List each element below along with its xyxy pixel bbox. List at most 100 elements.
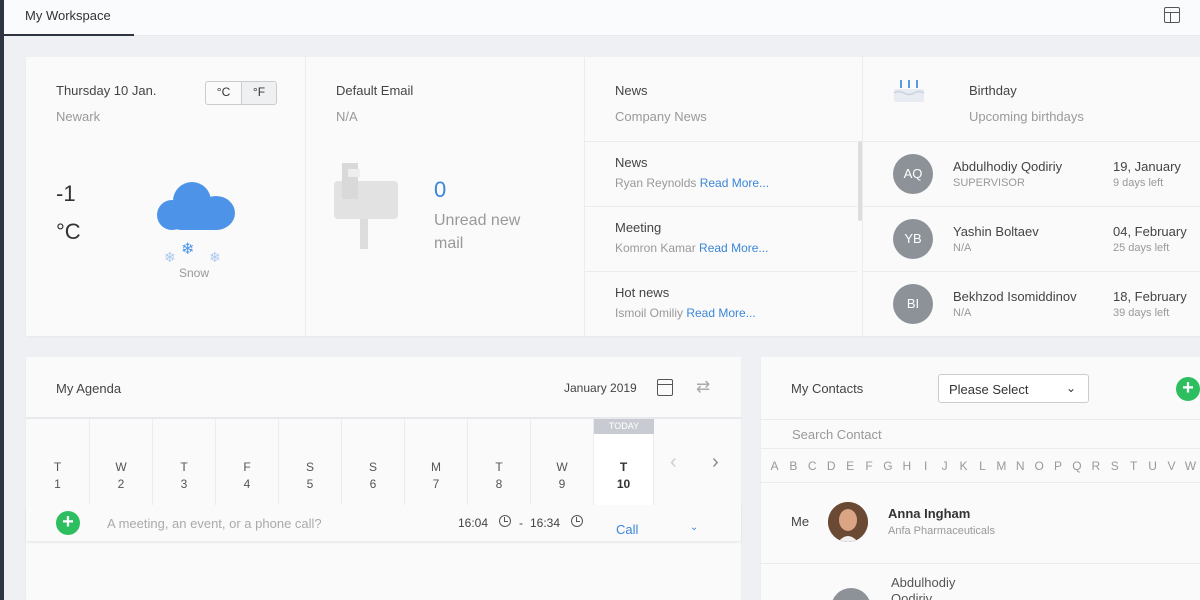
summary-panel: Thursday 10 Jan. Newark °C °F -1 °C ❄ ❄ … bbox=[26, 57, 1200, 336]
fahrenheit-button[interactable]: °F bbox=[241, 82, 276, 104]
alphabet-letter[interactable]: J bbox=[935, 449, 954, 482]
news-item-author: Ismoil Omiliy bbox=[615, 306, 683, 320]
chevron-right-icon[interactable]: › bbox=[712, 451, 719, 474]
alphabet-letter[interactable]: R bbox=[1086, 449, 1105, 482]
alphabet-letter[interactable]: P bbox=[1049, 449, 1068, 482]
chevron-left-icon[interactable]: ‹ bbox=[670, 451, 677, 474]
alphabet-letter[interactable]: A bbox=[765, 449, 784, 482]
alphabet-letter[interactable]: C bbox=[803, 449, 822, 482]
day-cell[interactable]: S5 bbox=[278, 419, 341, 505]
email-address: N/A bbox=[336, 109, 358, 124]
alphabet-letter[interactable]: T bbox=[1124, 449, 1143, 482]
weather-city: Newark bbox=[56, 109, 101, 124]
day-number: 4 bbox=[243, 477, 251, 491]
avatar: AQ bbox=[893, 154, 933, 194]
alphabet-letter[interactable]: E bbox=[841, 449, 860, 482]
alphabet-letter[interactable]: I bbox=[916, 449, 935, 482]
weather-condition: Snow bbox=[179, 266, 210, 280]
search-contact-input[interactable]: Search Contact bbox=[761, 419, 1200, 449]
alphabet-letter[interactable]: S bbox=[1105, 449, 1124, 482]
contact-name[interactable]: Abdulhodiy Qodiriy bbox=[891, 575, 981, 600]
news-scrollbar[interactable] bbox=[858, 141, 862, 221]
avatar: YB bbox=[893, 219, 933, 259]
weather-date: Thursday 10 Jan. bbox=[56, 83, 157, 98]
start-time[interactable]: 16:04 bbox=[458, 516, 488, 530]
alphabet-letter[interactable]: D bbox=[822, 449, 841, 482]
day-number: 7 bbox=[432, 477, 440, 491]
alphabet-filter: ABCDEFGHIJKLMNOPQRSTUVW bbox=[761, 449, 1200, 483]
alphabet-letter[interactable]: U bbox=[1143, 449, 1162, 482]
day-letter: W bbox=[556, 460, 568, 474]
unread-count[interactable]: 0 bbox=[434, 177, 446, 203]
day-number: 3 bbox=[180, 477, 188, 491]
read-more-link[interactable]: Read More... bbox=[686, 306, 755, 320]
event-type-select[interactable]: Call bbox=[616, 522, 638, 537]
alphabet-letter[interactable]: G bbox=[878, 449, 897, 482]
alphabet-letter[interactable]: F bbox=[860, 449, 879, 482]
birthday-row[interactable]: BI Bekhzod Isomiddinov N/A 18, February … bbox=[863, 271, 1200, 336]
birthday-row[interactable]: YB Yashin Boltaev N/A 04, February 25 da… bbox=[863, 206, 1200, 271]
day-cell[interactable]: T8 bbox=[467, 419, 530, 505]
alphabet-letter[interactable]: V bbox=[1162, 449, 1181, 482]
celsius-button[interactable]: °C bbox=[206, 82, 241, 104]
alphabet-letter[interactable]: M bbox=[992, 449, 1011, 482]
avatar[interactable] bbox=[828, 502, 868, 542]
day-cell[interactable]: T3 bbox=[152, 419, 215, 505]
day-cell[interactable]: W2 bbox=[89, 419, 152, 505]
day-cell[interactable]: S6 bbox=[341, 419, 404, 505]
birthday-role: N/A bbox=[953, 242, 972, 254]
read-more-link[interactable]: Read More... bbox=[700, 176, 769, 190]
alphabet-letter[interactable]: W bbox=[1181, 449, 1200, 482]
weather-temperature: -1 bbox=[56, 181, 76, 206]
clock-icon[interactable] bbox=[571, 515, 583, 527]
avatar[interactable] bbox=[831, 588, 871, 600]
agenda-title: My Agenda bbox=[56, 381, 122, 396]
day-letter: S bbox=[305, 460, 314, 474]
day-cell[interactable]: T1 bbox=[26, 419, 89, 505]
birthday-cake-icon bbox=[893, 80, 925, 102]
chevron-down-icon[interactable]: ⌄ bbox=[690, 522, 698, 533]
event-input[interactable]: A meeting, an event, or a phone call? bbox=[107, 516, 322, 531]
day-number: 9 bbox=[558, 477, 566, 491]
alphabet-letter[interactable]: B bbox=[784, 449, 803, 482]
alphabet-letter[interactable]: Q bbox=[1068, 449, 1087, 482]
day-number: 10 bbox=[616, 477, 631, 491]
clock-icon[interactable] bbox=[499, 515, 511, 527]
contact-divider bbox=[761, 563, 1200, 564]
contacts-filter-select[interactable]: Please Select ⌄ bbox=[938, 374, 1089, 403]
contact-name[interactable]: Anna Ingham bbox=[888, 506, 970, 521]
news-item[interactable]: Hot news Ismoil Omiliy Read More... bbox=[585, 271, 857, 336]
alphabet-letter[interactable]: H bbox=[897, 449, 916, 482]
day-cell[interactable]: W9 bbox=[530, 419, 593, 505]
day-cell[interactable]: F4 bbox=[215, 419, 278, 505]
birthday-date: 19, January bbox=[1113, 159, 1181, 174]
news-item-author: Ryan Reynolds bbox=[615, 176, 697, 190]
birthday-name: Yashin Boltaev bbox=[953, 224, 1039, 239]
birthday-days-left: 9 days left bbox=[1113, 177, 1164, 189]
alphabet-letter[interactable]: L bbox=[973, 449, 992, 482]
end-time[interactable]: 16:34 bbox=[530, 516, 560, 530]
contacts-title: My Contacts bbox=[791, 381, 864, 396]
alphabet-letter[interactable]: O bbox=[1030, 449, 1049, 482]
calendar-icon[interactable] bbox=[657, 379, 673, 396]
tab-my-workspace[interactable]: My Workspace bbox=[4, 0, 134, 36]
quick-add-row: + A meeting, an event, or a phone call? … bbox=[26, 505, 741, 541]
add-contact-button[interactable]: + bbox=[1176, 377, 1200, 401]
day-cell-today[interactable]: TODAY T 10 bbox=[593, 419, 654, 505]
news-item[interactable]: Meeting Komron Kamar Read More... bbox=[585, 206, 857, 271]
alphabet-letter[interactable]: N bbox=[1011, 449, 1030, 482]
sync-icon[interactable]: ⇄ bbox=[696, 377, 710, 397]
top-bar: My Workspace bbox=[4, 0, 1200, 36]
read-more-link[interactable]: Read More... bbox=[699, 241, 768, 255]
news-item-author: Komron Kamar bbox=[615, 241, 696, 255]
news-item[interactable]: News Ryan Reynolds Read More... bbox=[585, 141, 857, 206]
agenda-month: January 2019 bbox=[564, 381, 637, 395]
add-event-button[interactable]: + bbox=[56, 511, 80, 535]
birthday-date: 18, February bbox=[1113, 289, 1187, 304]
layout-icon[interactable] bbox=[1164, 7, 1180, 23]
day-cell[interactable]: M7 bbox=[404, 419, 467, 505]
birthday-role: N/A bbox=[953, 307, 972, 319]
day-letter: S bbox=[368, 460, 377, 474]
birthday-row[interactable]: AQ Abdulhodiy Qodiriy SUPERVISOR 19, Jan… bbox=[863, 141, 1200, 206]
alphabet-letter[interactable]: K bbox=[954, 449, 973, 482]
